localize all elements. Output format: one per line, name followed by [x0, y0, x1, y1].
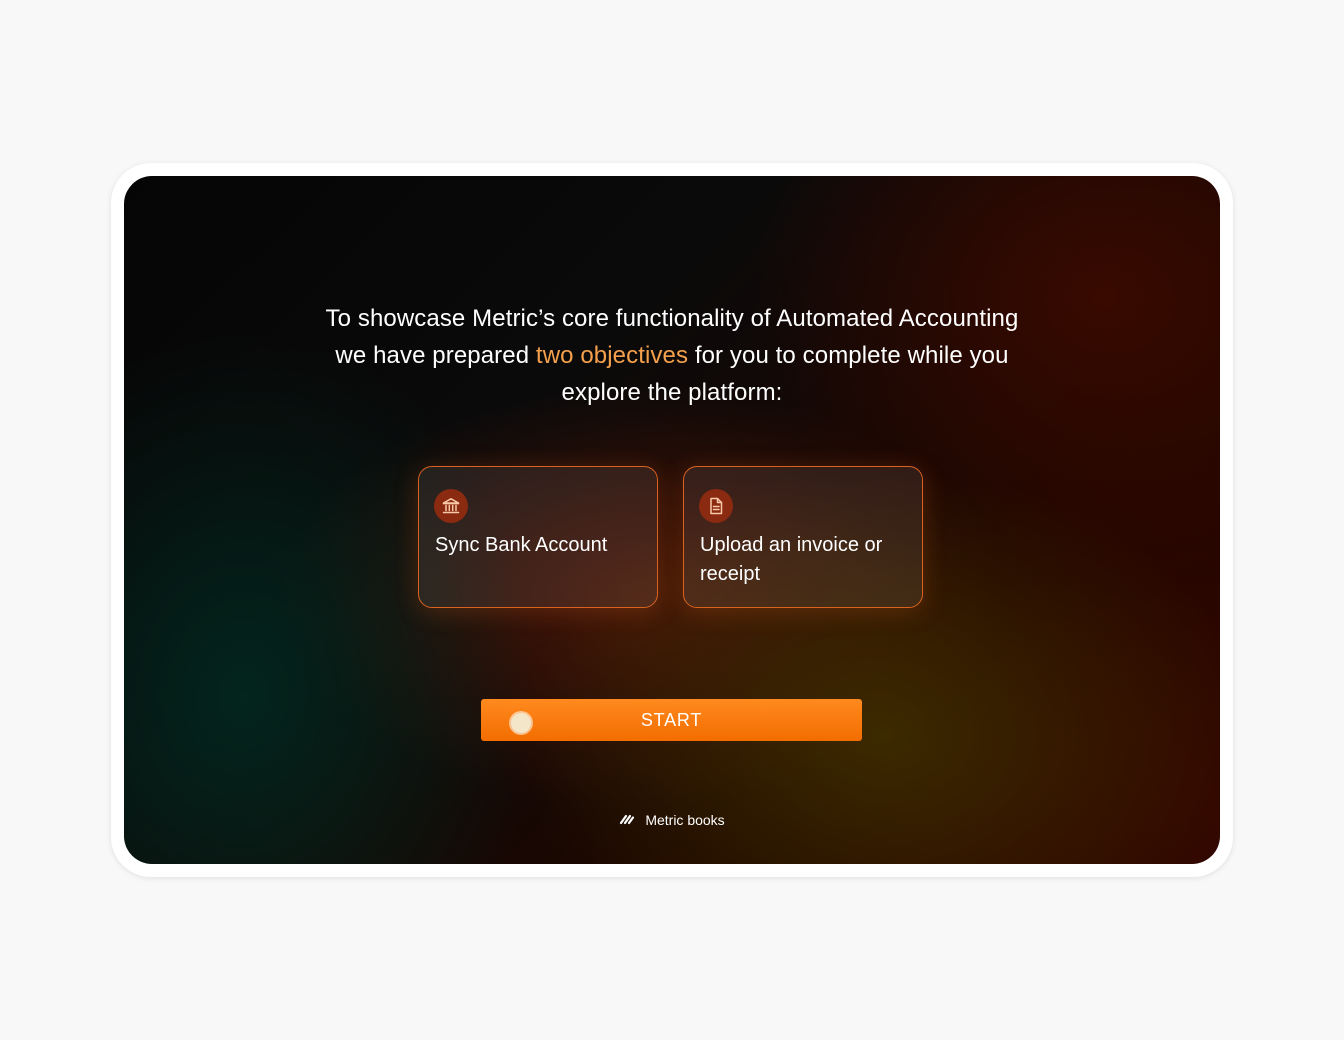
bank-icon	[434, 489, 468, 523]
intro-text: To showcase Metric’s core functionality …	[324, 300, 1020, 411]
metric-logo-icon	[619, 812, 635, 828]
start-button-label: START	[640, 709, 703, 730]
brand-name: Metric books	[645, 812, 725, 828]
intro-highlight: two objectives	[535, 342, 689, 369]
objective-label: Sync Bank Account	[435, 534, 608, 556]
objective-label: Upload an invoice or receipt	[700, 534, 883, 585]
start-button[interactable]: START	[481, 699, 862, 741]
objective-card-upload-invoice[interactable]: Upload an invoice or receipt	[683, 466, 923, 608]
cursor-indicator	[511, 713, 531, 733]
objective-card-sync-bank[interactable]: Sync Bank Account	[418, 466, 658, 608]
brand-footer: Metric books	[124, 812, 1220, 828]
onboarding-frame: To showcase Metric’s core functionality …	[111, 163, 1233, 877]
onboarding-panel: To showcase Metric’s core functionality …	[124, 176, 1220, 864]
document-icon	[699, 489, 733, 523]
